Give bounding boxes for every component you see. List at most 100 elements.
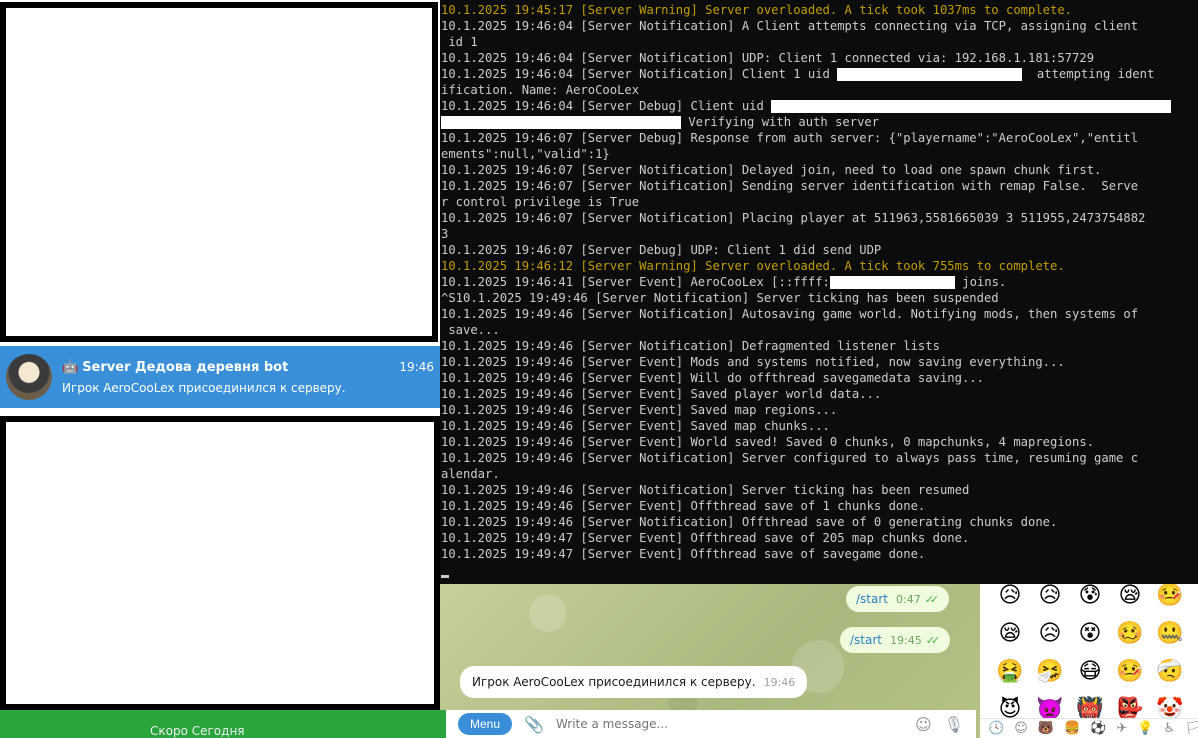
console-line: r control privilege is True	[441, 194, 1198, 210]
message-time: 0:47	[896, 593, 921, 606]
console-line: 10.1.2025 19:49:46 [Server Event] Mods a…	[441, 354, 1198, 370]
console-line-text: 10.1.2025 19:46:04 [Server Debug] Client…	[441, 99, 772, 113]
console-line: save...	[441, 322, 1198, 338]
console-line-text: 10.1.2025 19:49:47 [Server Event] Offthr…	[441, 547, 926, 561]
console-line: 10.1.2025 19:49:46 [Server Event] Offthr…	[441, 498, 1198, 514]
emoji-item[interactable]: 😪	[990, 615, 1030, 653]
console-line-text: Verifying with auth server	[681, 115, 880, 129]
emoji-item[interactable]: 🤕	[1150, 653, 1190, 691]
paperclip-icon[interactable]: 📎	[524, 715, 544, 734]
console-line: 10.1.2025 19:45:17 [Server Warning] Serv…	[441, 2, 1198, 18]
message-bubble-out[interactable]: /start 19:45 ✓✓	[840, 627, 951, 653]
emoji-item[interactable]: 😷	[1070, 653, 1110, 691]
message-time: 19:46	[763, 676, 796, 689]
chat-title: 🤖 Server Дедова деревня bot	[62, 360, 288, 375]
emoji-tab-icon[interactable]: ♿	[1163, 721, 1175, 736]
console-line: 10.1.2025 19:49:46 [Server Notification]…	[441, 482, 1198, 498]
console-line: 10.1.2025 19:49:47 [Server Event] Offthr…	[441, 546, 1198, 562]
console-line-text: 10.1.2025 19:49:46 [Server Event] Saved …	[441, 403, 838, 417]
emoji-grid: 😥 😥 😰 😪 🤒 😪 😥 😵 🥴 🤐 🤮 🤧 😷 🤒 🤕 😈 👿 👹 👺 🤡	[980, 575, 1198, 729]
menu-button[interactable]: Menu	[458, 713, 513, 735]
console-line: 10.1.2025 19:49:46 [Server Event] Saved …	[441, 418, 1198, 434]
bottom-strip: Скоро Сегодня	[0, 710, 446, 738]
console-line-text: 10.1.2025 19:49:46 [Server Event] Will d…	[441, 371, 984, 385]
console-line: Verifying with auth server	[441, 114, 1198, 130]
console-line-text: 10.1.2025 19:46:41 [Server Event] AeroCo…	[441, 275, 830, 289]
console-line-text: 10.1.2025 19:49:46 [Server Event] Saved …	[441, 387, 882, 401]
emoji-tab-icon[interactable]: 🕓	[988, 721, 1004, 736]
console-line: 10.1.2025 19:46:07 [Server Debug] UDP: C…	[441, 242, 1198, 258]
message-text[interactable]: /start	[850, 633, 882, 647]
console-line-text: 10.1.2025 19:49:46 [Server Event] Offthr…	[441, 499, 926, 513]
console-line-text: id 1	[441, 35, 478, 49]
console-line-text: 10.1.2025 19:46:07 [Server Notification]…	[441, 163, 1102, 177]
redacted-area	[0, 416, 440, 710]
emoji-category-tabs: 🕓 ☺ 🐻 🍔 ⚽ ✈ 💡 ♿ 🏳	[980, 718, 1198, 738]
console-line: 10.1.2025 19:49:47 [Server Event] Offthr…	[441, 530, 1198, 546]
server-console[interactable]: 10.1.2025 19:45:17 [Server Warning] Serv…	[440, 0, 1198, 584]
console-line: 10.1.2025 19:49:46 [Server Event] Saved …	[441, 386, 1198, 402]
message-bubble-out[interactable]: /start 0:47 ✓✓	[846, 586, 950, 612]
microphone-icon[interactable]: 🎙	[944, 715, 964, 734]
console-line: id 1	[441, 34, 1198, 50]
emoji-item[interactable]: 😵	[1070, 615, 1110, 653]
message-composer: Menu 📎 ☺ 🎙	[446, 710, 976, 738]
emoji-panel: 😥 😥 😰 😪 🤒 😪 😥 😵 🥴 🤐 🤮 🤧 😷 🤒 🤕 😈 👿 👹 👺 🤡 🕓 ☺ 🐻 🍔 ⚽ ✈ 💡 ♿ 🏳	[980, 575, 1198, 738]
emoji-tab-icon[interactable]: ⚽	[1090, 721, 1106, 736]
message-input[interactable]	[555, 717, 903, 731]
console-line: 3	[441, 226, 1198, 242]
message-text: Игрок AeroCooLex присоединился к серверу…	[472, 675, 756, 689]
console-line: 10.1.2025 19:49:46 [Server Notification]…	[441, 450, 1198, 466]
console-line: 10.1.2025 19:49:46 [Server Notification]…	[441, 338, 1198, 354]
avatar	[6, 354, 52, 400]
message-text[interactable]: /start	[856, 592, 888, 606]
console-line: 10.1.2025 19:49:46 [Server Notification]…	[441, 514, 1198, 530]
console-line: 10.1.2025 19:46:07 [Server Notification]…	[441, 178, 1198, 194]
chat-preview: Игрок AeroCooLex присоединился к серверу…	[62, 380, 346, 395]
console-line-text: 10.1.2025 19:49:46 [Server Notification]…	[441, 307, 1139, 321]
emoji-item[interactable]: 🤮	[990, 653, 1030, 691]
console-line-text: ements":null,"valid":1}	[441, 147, 610, 161]
console-line: 10.1.2025 19:49:46 [Server Event] Saved …	[441, 402, 1198, 418]
emoji-item[interactable]: 🤒	[1110, 653, 1150, 691]
console-line-text: 10.1.2025 19:49:47 [Server Event] Offthr…	[441, 531, 970, 545]
console-line: 10.1.2025 19:46:04 [Server Notification]…	[441, 66, 1198, 82]
chat-list-item-selected[interactable]: 🤖 Server Дедова деревня bot 19:46 Игрок …	[0, 346, 440, 408]
emoji-item[interactable]: 🥴	[1110, 615, 1150, 653]
console-line: ^S10.1.2025 19:49:46 [Server Notificatio…	[441, 290, 1198, 306]
console-line-text: 10.1.2025 19:49:46 [Server Notification]…	[441, 515, 1058, 529]
console-line: ements":null,"valid":1}	[441, 146, 1198, 162]
chat-time: 19:46	[399, 360, 434, 374]
console-line-text: 10.1.2025 19:49:46 [Server Event] Mods a…	[441, 355, 1065, 369]
double-check-icon: ✓✓	[925, 634, 941, 647]
console-line: 10.1.2025 19:46:07 [Server Debug] Respon…	[441, 130, 1198, 146]
console-line-text: 3	[441, 227, 449, 241]
emoji-icon[interactable]: ☺	[915, 715, 932, 734]
redacted-area	[0, 2, 438, 342]
console-line-text: 10.1.2025 19:45:17 [Server Warning] Serv…	[441, 3, 1073, 17]
console-line-text: 10.1.2025 19:49:46 [Server Event] Saved …	[441, 419, 830, 433]
emoji-tab-icon[interactable]: 🍔	[1064, 721, 1080, 736]
console-line-text: 10.1.2025 19:46:07 [Server Debug] UDP: C…	[441, 243, 882, 257]
emoji-tab-icon[interactable]: 🐻	[1038, 721, 1054, 736]
console-line: 10.1.2025 19:46:07 [Server Notification]…	[441, 162, 1198, 178]
console-line: 10.1.2025 19:49:46 [Server Notification]…	[441, 306, 1198, 322]
console-line: 10.1.2025 19:46:41 [Server Event] AeroCo…	[441, 274, 1198, 290]
emoji-tab-icon[interactable]: 💡	[1137, 721, 1153, 736]
console-line-text: 10.1.2025 19:46:04 [Server Notification]…	[441, 67, 838, 81]
message-bubble-in[interactable]: Игрок AeroCooLex присоединился к серверу…	[460, 666, 808, 698]
redacted-text	[771, 100, 1172, 113]
console-line: 10.1.2025 19:46:04 [Server Notification]…	[441, 50, 1198, 66]
chat-name: Server Дедова деревня bot	[82, 359, 289, 375]
bottom-partial-text: Скоро Сегодня	[150, 724, 245, 738]
emoji-item[interactable]: 🤧	[1030, 653, 1070, 691]
emoji-tab-icon[interactable]: ✈	[1116, 721, 1127, 736]
emoji-item[interactable]: 🤐	[1150, 615, 1190, 653]
console-line-text: attempting ident	[1022, 67, 1155, 81]
chat-list-pane: 🤖 Server Дедова деревня bot 19:46 Игрок …	[0, 0, 446, 738]
emoji-tab-icon[interactable]: 🏳	[1185, 721, 1198, 736]
emoji-item[interactable]: 😥	[1030, 615, 1070, 653]
console-line-text: 10.1.2025 19:49:46 [Server Notification]…	[441, 483, 970, 497]
emoji-tab-icon[interactable]: ☺	[1014, 721, 1028, 736]
console-line-text: 10.1.2025 19:49:46 [Server Notification]…	[441, 339, 940, 353]
